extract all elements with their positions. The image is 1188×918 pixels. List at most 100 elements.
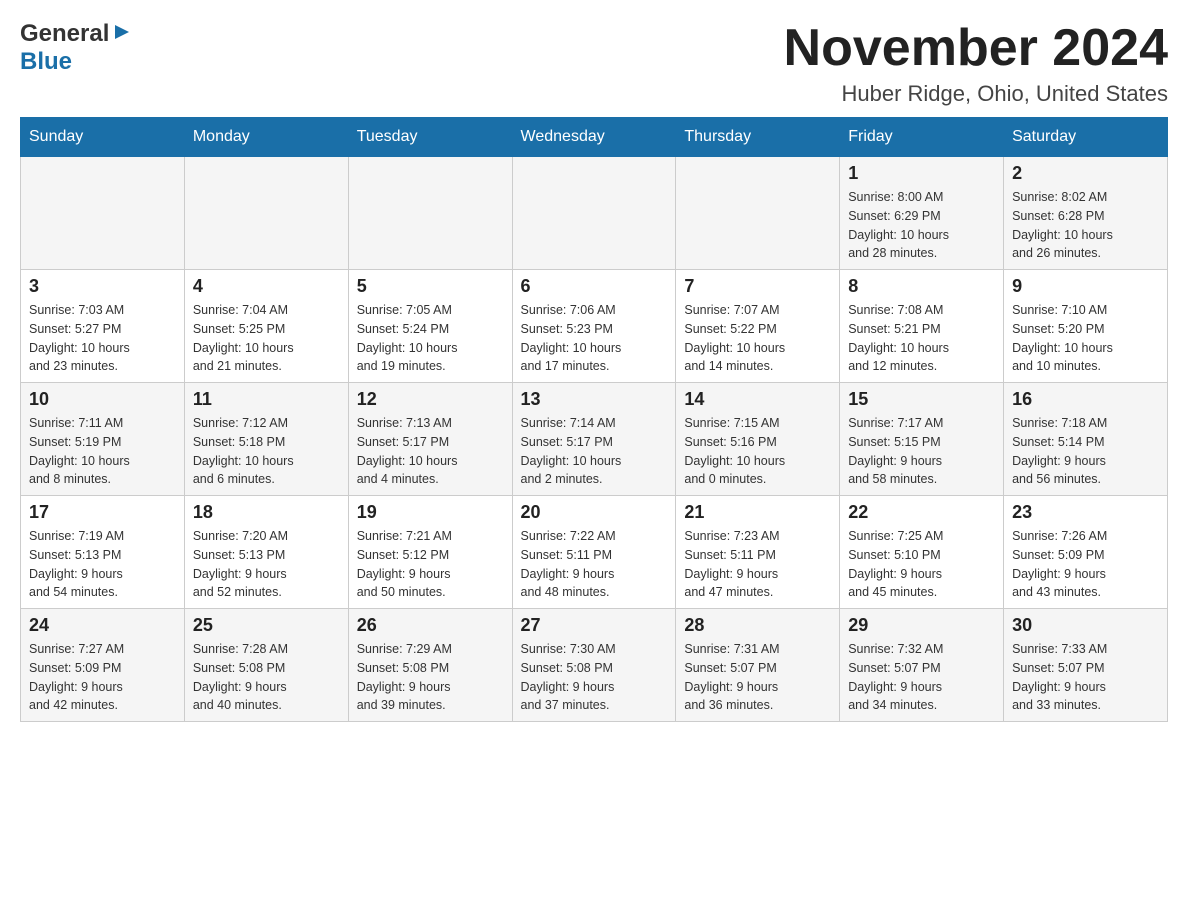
calendar-day-cell: 26Sunrise: 7:29 AM Sunset: 5:08 PM Dayli… xyxy=(348,609,512,722)
day-info: Sunrise: 7:03 AM Sunset: 5:27 PM Dayligh… xyxy=(29,301,176,376)
day-info: Sunrise: 7:08 AM Sunset: 5:21 PM Dayligh… xyxy=(848,301,995,376)
day-info: Sunrise: 7:15 AM Sunset: 5:16 PM Dayligh… xyxy=(684,414,831,489)
calendar-day-cell: 25 Sunrise: 7:28 AM Sunset: 5:08 PM Dayli… xyxy=(184,609,348,722)
calendar-day-cell xyxy=(512,157,676,270)
day-number: 22 xyxy=(848,502,995,523)
day-number: 18 xyxy=(193,502,340,523)
day-of-week-header: Wednesday xyxy=(512,118,676,157)
day-info: Sunrise: 7:04 AM Sunset: 5:25 PM Dayligh… xyxy=(193,301,340,376)
calendar-day-cell xyxy=(348,157,512,270)
day-number: 30 xyxy=(1012,615,1159,636)
day-info: Sunrise: 7:26 AM Sunset: 5:09 PM Dayligh… xyxy=(1012,527,1159,602)
day-info: Sunrise: 7:33 AM Sunset: 5:07 PM Dayligh… xyxy=(1012,640,1159,715)
calendar-week-row: 10Sunrise: 7:11 AM Sunset: 5:19 PM Dayli… xyxy=(21,383,1168,496)
location-title: Huber Ridge, Ohio, United States xyxy=(784,81,1168,107)
day-number: 17 xyxy=(29,502,176,523)
calendar-day-cell: 7Sunrise: 7:07 AM Sunset: 5:22 PM Daylig… xyxy=(676,270,840,383)
day-of-week-header: Thursday xyxy=(676,118,840,157)
calendar-week-row: 1 Sunrise: 8:00 AM Sunset: 6:29 PM Daylig… xyxy=(21,157,1168,270)
day-number: 9 xyxy=(1012,276,1159,297)
day-number: 24 xyxy=(29,615,176,636)
day-info: Sunrise: 7:20 AM Sunset: 5:13 PM Dayligh… xyxy=(193,527,340,602)
logo: General Blue xyxy=(20,20,133,76)
calendar-day-cell: 2 Sunrise: 8:02 AM Sunset: 6:28 PM Daylig… xyxy=(1004,157,1168,270)
day-number: 29 xyxy=(848,615,995,636)
day-info: Sunrise: 7:29 AM Sunset: 5:08 PM Dayligh… xyxy=(357,640,504,715)
calendar-body: 1 Sunrise: 8:00 AM Sunset: 6:29 PM Daylig… xyxy=(21,157,1168,722)
day-number: 8 xyxy=(848,276,995,297)
day-number: 20 xyxy=(521,502,668,523)
calendar-day-cell: 4 Sunrise: 7:04 AM Sunset: 5:25 PM Daylig… xyxy=(184,270,348,383)
day-info: Sunrise: 7:28 AM Sunset: 5:08 PM Dayligh… xyxy=(193,640,340,715)
day-number: 21 xyxy=(684,502,831,523)
logo-triangle-icon xyxy=(111,21,133,43)
day-number: 27 xyxy=(521,615,668,636)
day-number: 2 xyxy=(1012,163,1159,184)
calendar-day-cell: 6Sunrise: 7:06 AM Sunset: 5:23 PM Daylig… xyxy=(512,270,676,383)
day-of-week-header: Monday xyxy=(184,118,348,157)
calendar-day-cell: 28 Sunrise: 7:31 AM Sunset: 5:07 PM Dayli… xyxy=(676,609,840,722)
day-number: 23 xyxy=(1012,502,1159,523)
day-info: Sunrise: 7:14 AM Sunset: 5:17 PM Dayligh… xyxy=(521,414,668,489)
calendar-day-cell: 3 Sunrise: 7:03 AM Sunset: 5:27 PM Daylig… xyxy=(21,270,185,383)
day-info: Sunrise: 8:02 AM Sunset: 6:28 PM Dayligh… xyxy=(1012,188,1159,263)
calendar-week-row: 17 Sunrise: 7:19 AM Sunset: 5:13 PM Dayli… xyxy=(21,496,1168,609)
title-block: November 2024 Huber Ridge, Ohio, United … xyxy=(784,20,1168,107)
day-number: 16 xyxy=(1012,389,1159,410)
day-number: 14 xyxy=(684,389,831,410)
day-info: Sunrise: 7:30 AM Sunset: 5:08 PM Dayligh… xyxy=(521,640,668,715)
calendar-day-cell xyxy=(184,157,348,270)
calendar-day-cell: 11Sunrise: 7:12 AM Sunset: 5:18 PM Dayli… xyxy=(184,383,348,496)
day-number: 1 xyxy=(848,163,995,184)
calendar-day-cell: 9Sunrise: 7:10 AM Sunset: 5:20 PM Daylig… xyxy=(1004,270,1168,383)
calendar-day-cell: 5 Sunrise: 7:05 AM Sunset: 5:24 PM Daylig… xyxy=(348,270,512,383)
calendar-day-cell: 10Sunrise: 7:11 AM Sunset: 5:19 PM Dayli… xyxy=(21,383,185,496)
calendar-week-row: 3 Sunrise: 7:03 AM Sunset: 5:27 PM Daylig… xyxy=(21,270,1168,383)
day-number: 12 xyxy=(357,389,504,410)
calendar-day-cell: 24 Sunrise: 7:27 AM Sunset: 5:09 PM Dayli… xyxy=(21,609,185,722)
calendar-day-cell: 8 Sunrise: 7:08 AM Sunset: 5:21 PM Daylig… xyxy=(840,270,1004,383)
day-info: Sunrise: 7:13 AM Sunset: 5:17 PM Dayligh… xyxy=(357,414,504,489)
day-info: Sunrise: 7:12 AM Sunset: 5:18 PM Dayligh… xyxy=(193,414,340,489)
calendar-day-cell: 15Sunrise: 7:17 AM Sunset: 5:15 PM Dayli… xyxy=(840,383,1004,496)
day-info: Sunrise: 7:31 AM Sunset: 5:07 PM Dayligh… xyxy=(684,640,831,715)
calendar-day-cell: 13Sunrise: 7:14 AM Sunset: 5:17 PM Dayli… xyxy=(512,383,676,496)
day-info: Sunrise: 7:22 AM Sunset: 5:11 PM Dayligh… xyxy=(521,527,668,602)
calendar-week-row: 24 Sunrise: 7:27 AM Sunset: 5:09 PM Dayli… xyxy=(21,609,1168,722)
calendar-day-cell: 27 Sunrise: 7:30 AM Sunset: 5:08 PM Dayli… xyxy=(512,609,676,722)
day-number: 5 xyxy=(357,276,504,297)
calendar-day-cell: 22 Sunrise: 7:25 AM Sunset: 5:10 PM Dayli… xyxy=(840,496,1004,609)
calendar-day-cell: 19Sunrise: 7:21 AM Sunset: 5:12 PM Dayli… xyxy=(348,496,512,609)
day-info: Sunrise: 7:27 AM Sunset: 5:09 PM Dayligh… xyxy=(29,640,176,715)
day-info: Sunrise: 7:25 AM Sunset: 5:10 PM Dayligh… xyxy=(848,527,995,602)
day-number: 6 xyxy=(521,276,668,297)
calendar-day-cell xyxy=(676,157,840,270)
day-of-week-header: Tuesday xyxy=(348,118,512,157)
calendar-day-cell: 23 Sunrise: 7:26 AM Sunset: 5:09 PM Dayli… xyxy=(1004,496,1168,609)
calendar-day-cell: 14 Sunrise: 7:15 AM Sunset: 5:16 PM Dayli… xyxy=(676,383,840,496)
day-number: 4 xyxy=(193,276,340,297)
calendar-day-cell: 17 Sunrise: 7:19 AM Sunset: 5:13 PM Dayli… xyxy=(21,496,185,609)
month-title: November 2024 xyxy=(784,20,1168,77)
day-number: 10 xyxy=(29,389,176,410)
calendar-table: SundayMondayTuesdayWednesdayThursdayFrid… xyxy=(20,117,1168,722)
day-info: Sunrise: 7:32 AM Sunset: 5:07 PM Dayligh… xyxy=(848,640,995,715)
day-number: 25 xyxy=(193,615,340,636)
day-info: Sunrise: 7:19 AM Sunset: 5:13 PM Dayligh… xyxy=(29,527,176,602)
day-number: 28 xyxy=(684,615,831,636)
day-info: Sunrise: 8:00 AM Sunset: 6:29 PM Dayligh… xyxy=(848,188,995,263)
calendar-header: SundayMondayTuesdayWednesdayThursdayFrid… xyxy=(21,118,1168,157)
calendar-day-cell: 21 Sunrise: 7:23 AM Sunset: 5:11 PM Dayli… xyxy=(676,496,840,609)
day-number: 3 xyxy=(29,276,176,297)
logo-blue-text: Blue xyxy=(20,48,72,75)
day-info: Sunrise: 7:21 AM Sunset: 5:12 PM Dayligh… xyxy=(357,527,504,602)
calendar-day-cell: 12 Sunrise: 7:13 AM Sunset: 5:17 PM Dayli… xyxy=(348,383,512,496)
calendar-day-cell: 20 Sunrise: 7:22 AM Sunset: 5:11 PM Dayli… xyxy=(512,496,676,609)
calendar-day-cell: 29 Sunrise: 7:32 AM Sunset: 5:07 PM Dayli… xyxy=(840,609,1004,722)
day-info: Sunrise: 7:05 AM Sunset: 5:24 PM Dayligh… xyxy=(357,301,504,376)
day-of-week-header: Saturday xyxy=(1004,118,1168,157)
day-info: Sunrise: 7:23 AM Sunset: 5:11 PM Dayligh… xyxy=(684,527,831,602)
calendar-day-cell: 1 Sunrise: 8:00 AM Sunset: 6:29 PM Daylig… xyxy=(840,157,1004,270)
logo-general-text: General xyxy=(20,20,109,48)
days-of-week-row: SundayMondayTuesdayWednesdayThursdayFrid… xyxy=(21,118,1168,157)
